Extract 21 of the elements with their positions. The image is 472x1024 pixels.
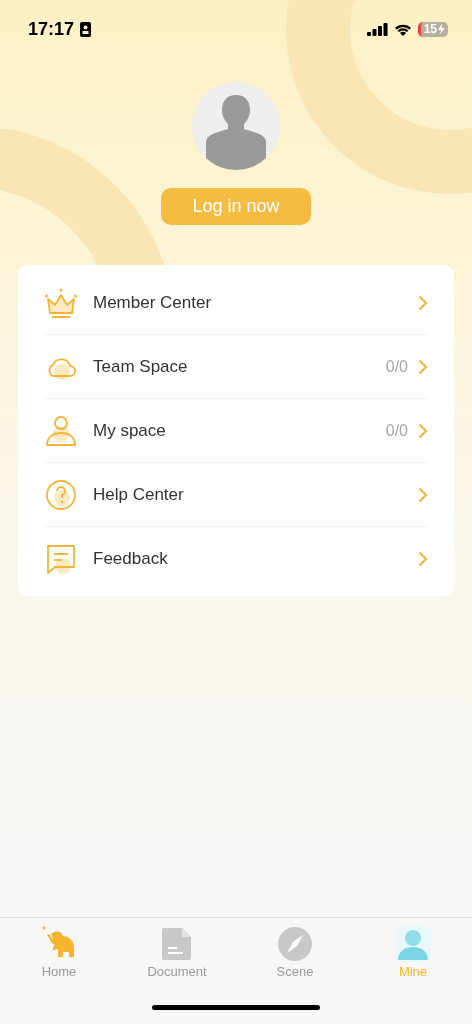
chevron-right-icon[interactable] — [418, 422, 428, 439]
menu-item[interactable]: Feedback — [93, 548, 418, 569]
menu-item[interactable]: Team Space — [93, 356, 386, 377]
chevron-right-icon[interactable] — [418, 358, 428, 375]
wifi-icon — [393, 22, 412, 36]
item-count: 0/0 — [385, 421, 408, 440]
battery-indicator: 15 — [417, 21, 448, 37]
status-time: 17:17 — [28, 18, 75, 40]
menu-item[interactable]: Member Center — [93, 292, 418, 313]
signal-icon — [366, 22, 388, 36]
chevron-right-icon[interactable] — [418, 550, 428, 567]
person-icon — [395, 926, 431, 962]
person-icon — [44, 413, 78, 448]
menu-item[interactable]: My space — [93, 420, 386, 441]
compass-icon — [277, 926, 313, 962]
help-icon — [44, 477, 78, 512]
chevron-right-icon[interactable] — [418, 486, 428, 503]
contact-card-icon — [80, 21, 92, 37]
item-count: 0/0 — [385, 357, 408, 376]
chevron-right-icon[interactable] — [418, 294, 428, 311]
menu-item[interactable]: Help Center — [93, 484, 418, 505]
